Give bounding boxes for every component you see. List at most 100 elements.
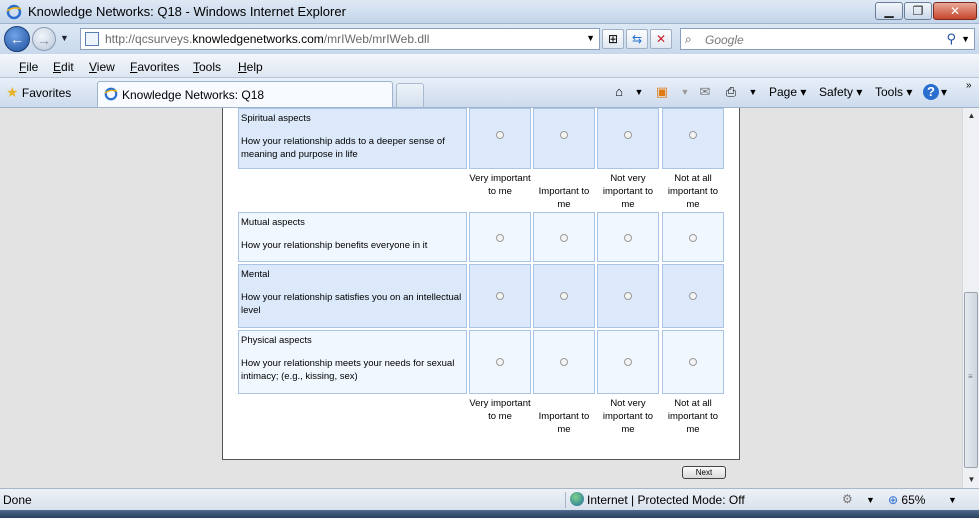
radio-cell[interactable] — [533, 330, 595, 394]
taskbar — [0, 510, 979, 518]
radio-button[interactable] — [624, 234, 632, 242]
radio-button[interactable] — [496, 131, 504, 139]
search-options-dropdown-icon[interactable]: ▼ — [961, 34, 970, 44]
home-icon[interactable]: ⌂ — [610, 84, 628, 100]
radio-cell[interactable] — [597, 108, 659, 169]
mail-icon[interactable]: ✉ — [696, 84, 714, 100]
radio-cell[interactable] — [533, 108, 595, 169]
forward-button[interactable]: → — [32, 27, 56, 51]
radio-button[interactable] — [560, 131, 568, 139]
radio-cell[interactable] — [469, 264, 531, 328]
scroll-thumb[interactable]: ≡ — [964, 292, 978, 468]
menu-view[interactable]: View — [89, 60, 115, 74]
column-header: Important to me — [538, 186, 590, 210]
zoom-dropdown-icon[interactable]: ▼ — [948, 495, 957, 505]
search-provider-icon: ⌕ — [685, 32, 692, 46]
radio-button[interactable] — [689, 234, 697, 242]
zoom-level[interactable]: ⊕ 65% — [888, 493, 925, 507]
radio-cell[interactable] — [469, 330, 531, 394]
search-icon[interactable]: ⚲ — [946, 31, 956, 47]
column-header: Not very important to me — [602, 398, 654, 435]
safety-menu-button[interactable]: Safety ▾ — [819, 85, 862, 99]
scroll-up-icon[interactable]: ▲ — [964, 108, 979, 124]
radio-cell[interactable] — [662, 330, 724, 394]
vertical-scrollbar[interactable]: ▲ ≡ ▼ — [962, 108, 979, 488]
favorites-bar: ★ Favorites Knowledge Networks: Q18 ⌂ ▼ … — [0, 78, 979, 108]
radio-cell[interactable] — [533, 212, 595, 262]
question-row-physical: Physical aspects How your relationship m… — [238, 330, 726, 394]
back-arrow-icon: ← — [10, 31, 24, 47]
menu-tools[interactable]: Tools — [193, 60, 221, 74]
radio-cell[interactable] — [597, 330, 659, 394]
refresh-button[interactable]: ⇆ — [626, 29, 648, 49]
compatibility-view-icon: ⊞ — [607, 32, 619, 46]
menu-file[interactable]: File — [19, 60, 38, 74]
scroll-down-icon[interactable]: ▼ — [964, 472, 979, 488]
survey-page: Spiritual aspects How your relationship … — [222, 108, 740, 460]
restore-button[interactable]: ❐ — [904, 2, 932, 20]
back-button[interactable]: ← — [4, 26, 30, 52]
minimize-button[interactable]: ▁ — [875, 2, 903, 20]
security-zone[interactable]: Internet | Protected Mode: Off — [565, 492, 745, 508]
tools-menu-button[interactable]: Tools ▾ — [875, 85, 912, 99]
feeds-icon[interactable]: ▣ — [653, 84, 671, 100]
print-icon[interactable]: ⎙ — [722, 84, 740, 100]
search-input[interactable]: Google — [705, 33, 744, 47]
popup-blocker-icon[interactable]: ⚙ — [842, 492, 853, 506]
popup-dropdown-icon[interactable]: ▼ — [866, 495, 875, 505]
radio-button[interactable] — [689, 131, 697, 139]
feeds-dropdown-icon[interactable]: ▼ — [676, 87, 694, 103]
column-header: Important to me — [538, 411, 590, 435]
radio-button[interactable] — [496, 234, 504, 242]
radio-button[interactable] — [689, 358, 697, 366]
help-dropdown-button[interactable]: ▾ — [941, 85, 947, 99]
radio-button[interactable] — [496, 292, 504, 300]
radio-cell[interactable] — [469, 212, 531, 262]
radio-cell[interactable] — [662, 264, 724, 328]
menu-favorites[interactable]: Favorites — [130, 60, 179, 74]
favorites-star-icon: ★ — [6, 84, 19, 100]
next-button[interactable]: Next — [682, 466, 726, 479]
radio-button[interactable] — [560, 292, 568, 300]
search-box[interactable]: ⌕ Google ⚲ ▼ — [680, 28, 975, 50]
help-icon[interactable]: ? — [923, 84, 939, 100]
question-row-mental: Mental How your relationship satisfies y… — [238, 264, 726, 328]
address-url[interactable]: http://qcsurveys.knowledgenetworks.com/m… — [105, 32, 429, 46]
compatibility-view-button[interactable]: ⊞ — [602, 29, 624, 49]
radio-button[interactable] — [560, 234, 568, 242]
address-bar[interactable]: http://qcsurveys.knowledgenetworks.com/m… — [80, 28, 600, 50]
radio-button[interactable] — [624, 358, 632, 366]
question-row-mutual: Mutual aspects How your relationship ben… — [238, 212, 726, 262]
radio-cell[interactable] — [469, 108, 531, 169]
column-header: Not at all important to me — [667, 398, 719, 435]
home-dropdown-icon[interactable]: ▼ — [630, 87, 648, 103]
scale-header: Very important to me Important to me Not… — [238, 172, 726, 212]
navigation-bar: ← → ▼ http://qcsurveys.knowledgenetworks… — [0, 24, 979, 54]
chevron-right-icon[interactable]: » — [966, 80, 972, 91]
recent-pages-dropdown-icon[interactable]: ▼ — [60, 33, 69, 43]
stop-icon: ✕ — [655, 32, 667, 46]
minimize-icon: ▁ — [884, 4, 894, 18]
page-menu-button[interactable]: Page ▾ — [769, 85, 806, 99]
status-text: Done — [3, 493, 32, 507]
question-label: Physical aspects How your relationship m… — [238, 330, 467, 394]
favorites-button[interactable]: ★ Favorites — [6, 84, 71, 101]
menu-help[interactable]: Help — [238, 60, 263, 74]
menu-edit[interactable]: Edit — [53, 60, 74, 74]
tab-knowledge-networks[interactable]: Knowledge Networks: Q18 — [97, 81, 393, 107]
new-tab-button[interactable] — [396, 83, 424, 107]
print-dropdown-icon[interactable]: ▼ — [744, 87, 762, 103]
radio-cell[interactable] — [597, 264, 659, 328]
radio-cell[interactable] — [597, 212, 659, 262]
radio-cell[interactable] — [662, 108, 724, 169]
radio-button[interactable] — [496, 358, 504, 366]
address-dropdown-icon[interactable]: ▼ — [586, 33, 595, 43]
stop-button[interactable]: ✕ — [650, 29, 672, 49]
radio-button[interactable] — [560, 358, 568, 366]
radio-cell[interactable] — [662, 212, 724, 262]
radio-button[interactable] — [624, 131, 632, 139]
radio-button[interactable] — [689, 292, 697, 300]
radio-cell[interactable] — [533, 264, 595, 328]
radio-button[interactable] — [624, 292, 632, 300]
close-button[interactable]: ✕ — [933, 2, 977, 20]
